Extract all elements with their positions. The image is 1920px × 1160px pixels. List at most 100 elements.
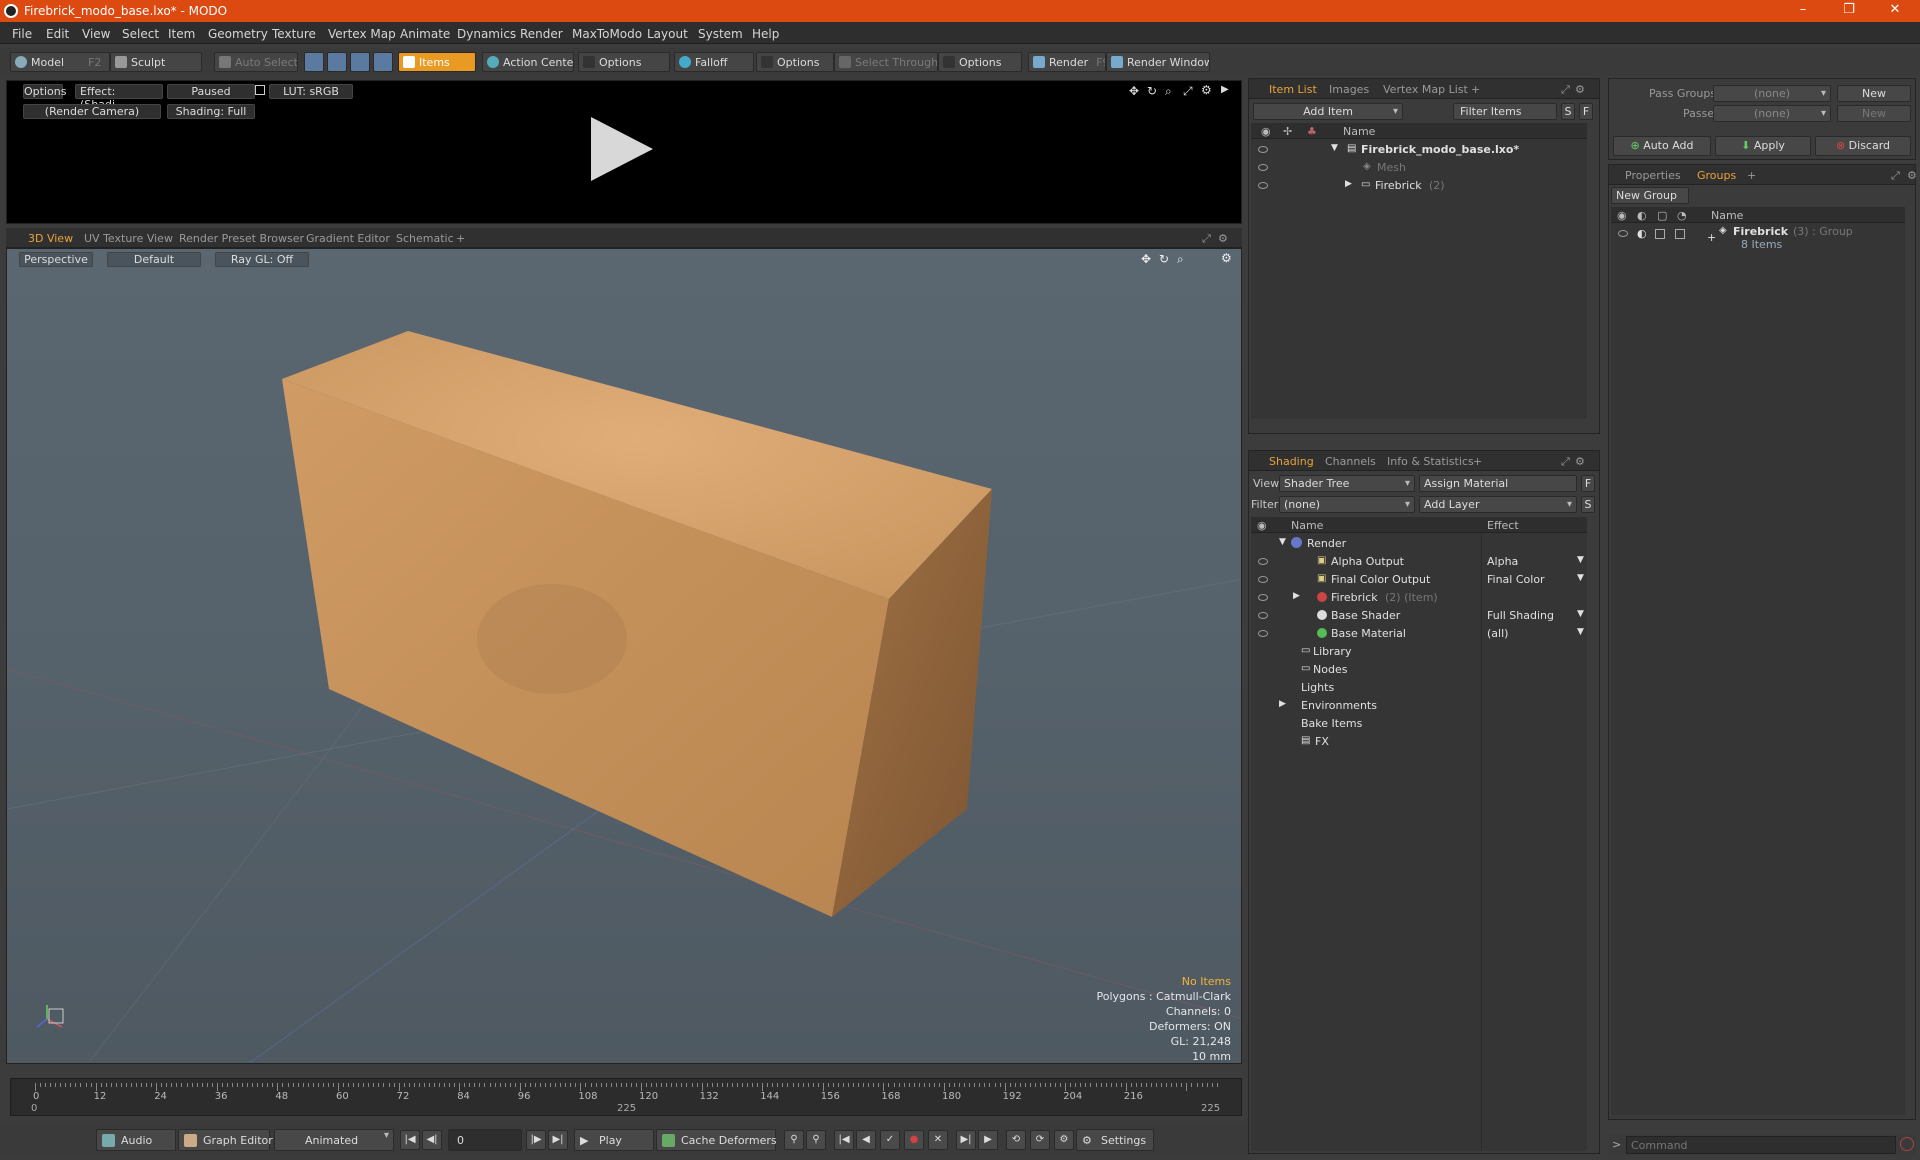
eye-icon[interactable]: [1258, 146, 1268, 153]
pass-groups-dropdown[interactable]: (none): [1713, 85, 1831, 102]
add-layer-dropdown[interactable]: Add Layer: [1419, 496, 1577, 513]
loop-icon[interactable]: ⟲: [1006, 1130, 1026, 1150]
eye-icon[interactable]: [1258, 164, 1268, 171]
next-key-frame-icon[interactable]: ▶|: [956, 1130, 976, 1150]
expand-arrow-icon[interactable]: ▶: [1345, 179, 1352, 189]
rotate-icon[interactable]: ↻: [1147, 84, 1157, 98]
s-toggle[interactable]: S: [1581, 496, 1595, 513]
tab-vertex-map-list[interactable]: Vertex Map List: [1383, 83, 1468, 96]
timeline[interactable]: 0 12 24 36 48 60 72 84 96 108 120 132 144 156 168 180 19…: [10, 1078, 1242, 1116]
filter-items-input[interactable]: Filter Items: [1453, 103, 1557, 120]
eye-icon[interactable]: [1258, 576, 1268, 583]
shader-row-environments[interactable]: ▶ Environments: [1251, 697, 1587, 715]
maximize-icon[interactable]: ⤢: [1561, 83, 1570, 97]
tab-images[interactable]: Images: [1329, 83, 1369, 96]
menu-view[interactable]: View: [82, 27, 110, 41]
shader-row-library[interactable]: ▭ Library: [1251, 643, 1587, 661]
menu-dynamics[interactable]: Dynamics: [457, 27, 516, 41]
gear-icon[interactable]: ⚙: [1575, 455, 1585, 468]
effect-dropdown[interactable]: Alpha: [1487, 555, 1518, 568]
tab-shading[interactable]: Shading: [1269, 455, 1314, 468]
menu-render[interactable]: Render: [520, 27, 563, 41]
lut-dropdown[interactable]: LUT: sRGB: [269, 84, 353, 99]
tab-info-statistics[interactable]: Info & Statistics: [1387, 455, 1474, 468]
shader-row-nodes[interactable]: ▭ Nodes: [1251, 661, 1587, 679]
add-tab-icon[interactable]: +: [1473, 455, 1482, 468]
record-icon[interactable]: ●: [904, 1130, 924, 1150]
bounce-icon[interactable]: ⟳: [1030, 1130, 1050, 1150]
go-to-start-icon[interactable]: |◀: [400, 1130, 420, 1150]
render-window-button[interactable]: Render Window: [1106, 52, 1210, 72]
step-back-icon[interactable]: ◀: [856, 1130, 876, 1150]
previous-key-icon[interactable]: ◀|: [422, 1130, 442, 1150]
tree-row-mesh[interactable]: ◈ Mesh: [1251, 159, 1587, 177]
menu-layout[interactable]: Layout: [647, 27, 688, 41]
eye-icon[interactable]: [1618, 230, 1628, 237]
animated-dropdown[interactable]: Animated: [274, 1129, 394, 1151]
falloff-options-button[interactable]: Options: [756, 52, 834, 72]
render-button[interactable]: Render F9: [1028, 52, 1106, 72]
command-input[interactable]: [1626, 1136, 1896, 1154]
action-center-options-button[interactable]: Options: [578, 52, 670, 72]
tab-item-list[interactable]: Item List: [1269, 83, 1317, 96]
restore-icon[interactable]: ❐: [1834, 2, 1864, 17]
settings-button[interactable]: ⚙ Settings: [1076, 1129, 1154, 1151]
effect-dropdown[interactable]: Full Shading: [1487, 609, 1554, 622]
shader-row-alpha-output[interactable]: ▣ Alpha Output Alpha ▼: [1251, 553, 1587, 571]
menu-maxtomodo[interactable]: MaxToModo: [572, 27, 642, 41]
filter-dropdown[interactable]: (none): [1279, 496, 1415, 513]
cache-deformers-button[interactable]: Cache Deformers: [656, 1129, 777, 1151]
assign-material-button[interactable]: Assign Material: [1419, 475, 1577, 492]
model-mode-button[interactable]: Model F2: [10, 52, 110, 72]
apply-button[interactable]: ⬇ Apply: [1715, 136, 1811, 156]
render-preview[interactable]: Options Effect: (Shadi... Paused LUT: sR…: [6, 80, 1242, 224]
edge-select-icon[interactable]: [327, 52, 347, 72]
add-tab-icon[interactable]: +: [456, 232, 465, 245]
eye-icon[interactable]: [1258, 630, 1268, 637]
group-row-firebrick[interactable]: ◐ + ◈ Firebrick (3) : Group 8 Items: [1611, 225, 1905, 255]
name-column-header[interactable]: Name: [1291, 519, 1323, 532]
add-tab-icon[interactable]: +: [1471, 83, 1480, 96]
shader-row-firebrick[interactable]: ▶ Firebrick (2) (Item): [1251, 589, 1587, 607]
shader-row-bake-items[interactable]: Bake Items: [1251, 715, 1587, 733]
menu-select[interactable]: Select: [122, 27, 159, 41]
items-mode-button[interactable]: Items: [398, 52, 476, 72]
key-all-icon[interactable]: ⚲: [806, 1130, 826, 1150]
gear-icon[interactable]: ⚙: [1575, 83, 1585, 96]
pan-icon[interactable]: ✥: [1129, 84, 1139, 98]
command-history-icon[interactable]: [1900, 1137, 1914, 1151]
key-filter-icon[interactable]: ⚲: [784, 1130, 804, 1150]
timeline-ruler[interactable]: 0 12 24 36 48 60 72 84 96 108 120 132 144 156 168 180 19…: [11, 1079, 1243, 1103]
tree-row-scene[interactable]: ▼ ▤ Firebrick_modo_base.lxo*: [1251, 141, 1587, 159]
discard-button[interactable]: ⊗ Discard: [1815, 136, 1911, 156]
auto-select-button[interactable]: Auto Select: [214, 52, 298, 72]
gear-icon[interactable]: ⚙: [1218, 232, 1228, 245]
action-center-button[interactable]: Action Center: [482, 52, 574, 72]
add-item-dropdown[interactable]: Add Item: [1253, 103, 1403, 120]
tab-uv-texture-view[interactable]: UV Texture View: [84, 232, 173, 245]
expand-arrow-icon[interactable]: ▶: [1293, 591, 1300, 601]
menu-animate[interactable]: Animate: [400, 27, 450, 41]
tab-gradient-editor[interactable]: Gradient Editor: [306, 232, 390, 245]
key-delete-icon[interactable]: ✕: [928, 1130, 948, 1150]
select-through-options-button[interactable]: Options: [938, 52, 1022, 72]
new-pass-button[interactable]: New: [1837, 105, 1911, 122]
next-key-icon[interactable]: |▶: [526, 1130, 546, 1150]
eye-icon[interactable]: [1258, 182, 1268, 189]
maximize-icon[interactable]: ⤢: [1183, 84, 1193, 99]
expand-arrow-icon[interactable]: ▶: [1221, 84, 1229, 95]
falloff-button[interactable]: Falloff: [674, 52, 754, 72]
tab-schematic[interactable]: Schematic: [396, 232, 454, 245]
name-column-header[interactable]: Name: [1343, 125, 1375, 138]
sculpt-mode-button[interactable]: Sculpt: [110, 52, 202, 72]
minimize-icon[interactable]: –: [1788, 2, 1818, 17]
play-icon[interactable]: [591, 117, 653, 181]
view-dropdown[interactable]: Shader Tree: [1279, 475, 1415, 492]
previous-key-frame-icon[interactable]: |◀: [834, 1130, 854, 1150]
expand-arrow-icon[interactable]: ▼: [1331, 143, 1338, 153]
play-button[interactable]: ▶ Play: [574, 1129, 654, 1151]
effect-dropdown[interactable]: (all): [1487, 627, 1508, 640]
effect-column-header[interactable]: Effect: [1487, 519, 1519, 532]
auto-add-button[interactable]: ⊕ Auto Add: [1613, 136, 1711, 156]
eye-icon[interactable]: [1258, 594, 1268, 601]
